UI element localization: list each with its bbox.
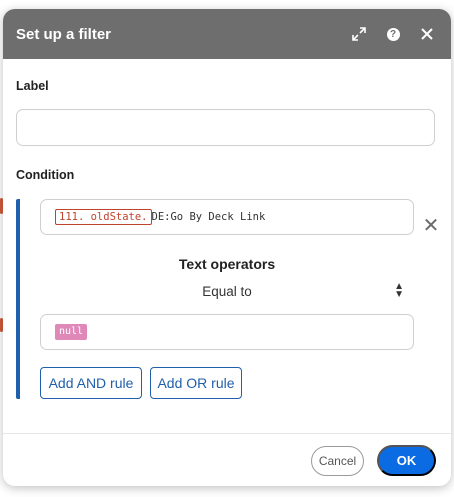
condition-heading: Condition (16, 168, 75, 182)
condition-value-input[interactable]: null (40, 314, 414, 350)
operator-selected-value: Equal to (202, 283, 252, 299)
operator-group-title: Text operators (178, 256, 276, 272)
footer-divider (3, 433, 451, 434)
remove-rule-icon[interactable]: ✕ (422, 216, 440, 236)
sort-arrows-icon: ▲ ▼ (394, 281, 404, 300)
close-icon[interactable] (410, 17, 444, 51)
add-and-rule-button[interactable]: Add AND rule (40, 367, 142, 399)
help-glyph: ? (386, 27, 400, 41)
add-or-rule-button[interactable]: Add OR rule (150, 367, 242, 399)
condition-field-input[interactable]: 111. oldState. DE:Go By Deck Link (40, 199, 414, 235)
variable-pill[interactable]: 111. oldState. (55, 209, 152, 225)
null-value-pill[interactable]: null (55, 324, 88, 340)
ok-button[interactable]: OK (377, 445, 436, 476)
dialog-title: Set up a filter (16, 25, 112, 43)
expand-icon[interactable] (342, 17, 376, 51)
help-icon[interactable]: ? (376, 17, 410, 51)
filter-dialog: Set up a filter ? Label Condition 111. o… (3, 9, 451, 486)
label-input[interactable] (16, 109, 435, 146)
dialog-header: Set up a filter ? (3, 9, 451, 59)
condition-rule-group: 111. oldState. DE:Go By Deck Link ✕ Text… (16, 199, 442, 399)
operator-select[interactable]: Equal to ▲ ▼ (40, 279, 414, 303)
field-path-text: DE:Go By Deck Link (151, 211, 266, 223)
cancel-button[interactable]: Cancel (311, 446, 364, 476)
label-heading: Label (16, 79, 49, 93)
